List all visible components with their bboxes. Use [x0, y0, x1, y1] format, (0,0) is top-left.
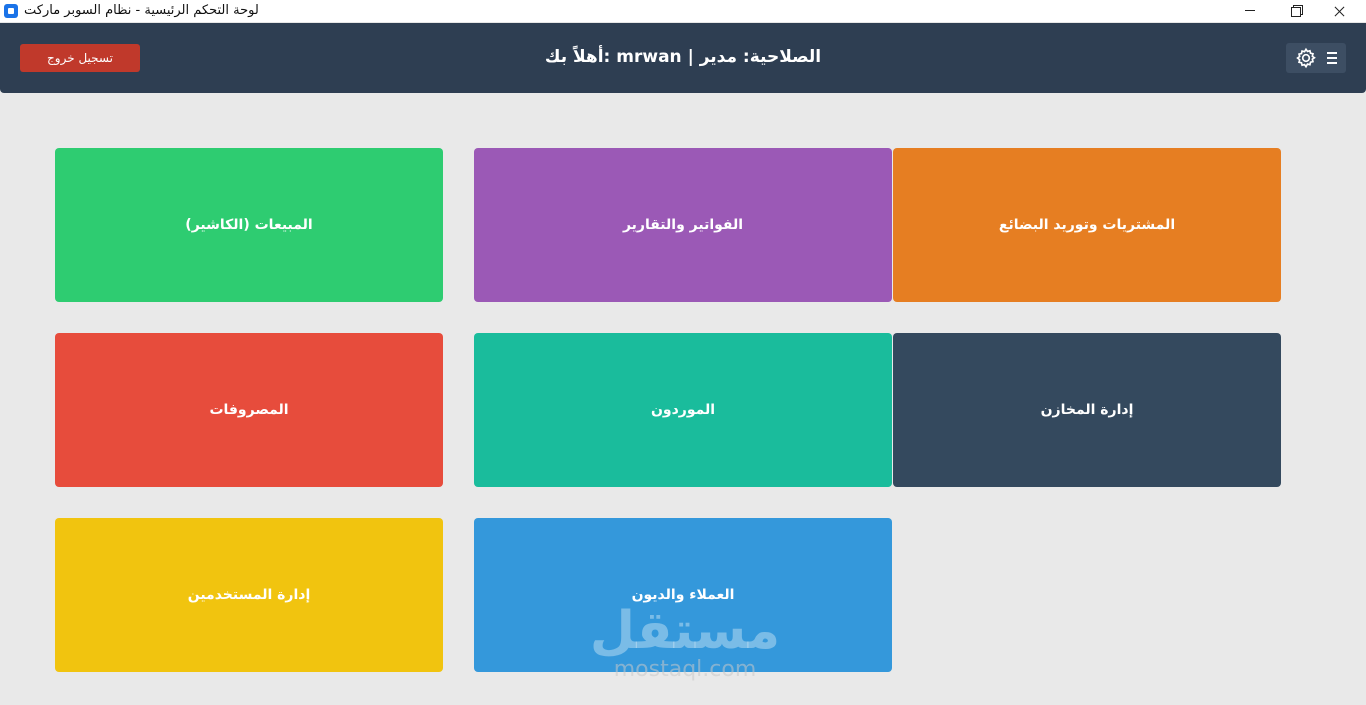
window-title: لوحة التحكم الرئيسية - نظام السوبر ماركت [24, 3, 259, 18]
app-icon [4, 4, 18, 18]
card-user-management[interactable]: إدارة المستخدمين [55, 518, 443, 672]
minimize-button[interactable] [1227, 0, 1273, 22]
card-purchases[interactable]: المشتريات وتوريد البضائع [893, 148, 1281, 302]
card-customers-debts[interactable]: العملاء والديون [474, 518, 892, 672]
header-tools [1286, 43, 1346, 73]
restore-button[interactable] [1272, 0, 1318, 22]
top-header: تسجيل خروج الصلاحية: مدير | mrwan :أهلاً… [0, 23, 1366, 93]
card-sales-cashier[interactable]: المبيعات (الكاشير) [55, 148, 443, 302]
card-suppliers[interactable]: الموردون [474, 333, 892, 487]
card-expenses[interactable]: المصروفات [55, 333, 443, 487]
close-button[interactable] [1317, 0, 1363, 22]
card-warehouse-management[interactable]: إدارة المخازن [893, 333, 1281, 487]
card-invoices-reports[interactable]: الفواتير والتقارير [474, 148, 892, 302]
window-titlebar: لوحة التحكم الرئيسية - نظام السوبر ماركت [0, 0, 1366, 23]
gear-icon[interactable] [1295, 47, 1317, 69]
logout-button[interactable]: تسجيل خروج [20, 44, 140, 72]
hamburger-menu-icon[interactable] [1327, 52, 1337, 64]
welcome-text: الصلاحية: مدير | mrwan :أهلاً بك [544, 47, 822, 67]
